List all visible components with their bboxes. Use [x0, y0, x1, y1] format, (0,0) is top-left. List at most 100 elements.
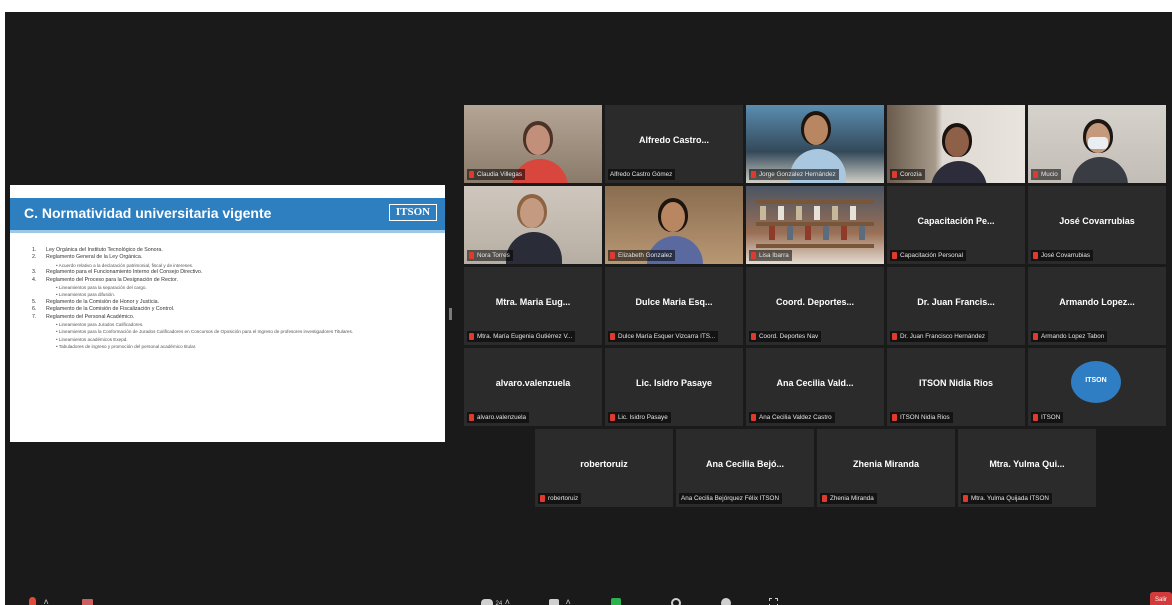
participant-tile[interactable]: Armando Lopez... Armando Lopez Tabon — [1028, 267, 1166, 345]
participant-tile[interactable]: Coord. Deportes... Coord. Deportes Nav — [746, 267, 884, 345]
bookshelf — [756, 200, 874, 204]
muted-microphone-icon — [892, 332, 897, 340]
book — [823, 226, 829, 240]
muted-microphone-icon — [892, 413, 897, 421]
muted-microphone-icon — [469, 251, 474, 259]
slide-sub-item: • Acuerdo relativo a la declaración patr… — [56, 262, 194, 268]
view-splitter-handle[interactable] — [449, 308, 452, 320]
slide-list: 1. Ley Orgánica del Instituto Tecnológico… — [32, 247, 432, 351]
participant-name: ITSON — [1041, 414, 1061, 421]
slide-title-underline — [10, 230, 445, 233]
participant-name: Lic. Isidro Pasaye — [618, 414, 668, 421]
participant-name: Dulce María Esquer Vizcarra ITS... — [618, 333, 716, 340]
participant-tile[interactable]: robertoruiz robertoruiz — [535, 429, 673, 507]
slide-list-number: 4. — [32, 276, 37, 283]
slide-list-number: 1. — [32, 247, 37, 253]
participant-name-caption: Alfredo Castro Gómez — [608, 169, 676, 180]
muted-microphone-icon — [751, 413, 756, 421]
participant-tile[interactable]: José Covarrubias José Covarrubias — [1028, 186, 1166, 264]
participant-name-caption: Lic. Isidro Pasaye — [608, 412, 671, 423]
participant-tile[interactable]: Lisa Ibarra — [746, 186, 884, 264]
participant-display-name: Ana Cecilia Bejó... — [705, 459, 785, 469]
participant-tile[interactable]: Ana Cecilia Bejó... Ana Cecilia Bejórquez… — [676, 429, 814, 507]
participant-name: Claudia Villegas — [477, 171, 523, 178]
participants-menu-caret[interactable]: ˄ — [505, 597, 510, 605]
participant-tile[interactable]: Jorge Gonzalez Hernández — [746, 105, 884, 183]
participant-name-caption: ITSON — [1031, 412, 1064, 423]
participant-tile[interactable]: Capacitación Pe... Capacitación Personal — [887, 186, 1025, 264]
participant-tile[interactable]: Alfredo Castro... Alfredo Castro Gómez — [605, 105, 743, 183]
face-mask — [1088, 137, 1108, 149]
book — [805, 226, 811, 240]
participant-name-caption: Mtra. María Eugenia Gutiérrez V... — [467, 331, 576, 342]
participant-display-name: Capacitación Pe... — [917, 216, 995, 226]
participant-display-name: Zhenia Miranda — [852, 459, 919, 469]
participant-name: Jorge Gonzalez Hernández — [759, 171, 836, 178]
participant-name-caption: Zhenia Miranda — [820, 493, 877, 504]
participant-display-name: Lic. Isidro Pasaye — [635, 378, 713, 388]
muted-microphone-icon — [469, 170, 474, 178]
participant-tile[interactable]: Dr. Juan Francis... Dr. Juan Francisco He… — [887, 267, 1025, 345]
slide-list-number: 5. — [32, 298, 37, 305]
share-screen-icon — [611, 597, 621, 605]
microphone-icon — [29, 597, 36, 605]
participant-tile[interactable]: Claudia Villegas — [464, 105, 602, 183]
participant-name: Capacitación Personal — [900, 252, 964, 259]
participant-name-caption: Corozia — [890, 169, 925, 180]
participant-tile[interactable]: Mtra. Maria Eug... Mtra. María Eugenia Gu… — [464, 267, 602, 345]
participant-name: alvaro.valenzuela — [477, 414, 527, 421]
muted-microphone-icon — [892, 251, 897, 259]
participant-name: Ana Cecilia Valdez Castro — [759, 414, 832, 421]
muted-microphone-icon — [540, 494, 545, 502]
participant-tile[interactable]: Dulce Maria Esq... Dulce María Esquer Viz… — [605, 267, 743, 345]
participant-tile[interactable]: Nora Torres — [464, 186, 602, 264]
share-screen-button[interactable] — [611, 595, 621, 605]
participant-tile[interactable]: Lic. Isidro Pasaye Lic. Isidro Pasaye — [605, 348, 743, 426]
mute-menu-caret[interactable]: ˄ — [44, 597, 49, 605]
participant-name-caption: José Covarrubias — [1031, 250, 1093, 261]
participant-name: Mtra. María Eugenia Gutiérrez V... — [477, 333, 573, 340]
participant-tile[interactable]: Corozia — [887, 105, 1025, 183]
participant-name-caption: Capacitación Personal — [890, 250, 967, 261]
record-button[interactable] — [671, 595, 681, 605]
muted-microphone-icon — [1033, 332, 1038, 340]
chat-menu-caret[interactable]: ˄ — [566, 597, 571, 605]
participant-name-caption: Armando Lopez Tabon — [1031, 331, 1108, 342]
apps-button[interactable] — [769, 595, 778, 605]
participant-name: robertoruiz — [548, 495, 579, 502]
participant-name: Mtra. Yulma Quijada ITSON — [971, 495, 1049, 502]
muted-microphone-icon — [892, 170, 897, 178]
participant-tile[interactable]: ITSON Nidia Rios ITSON Nidia Rios — [887, 348, 1025, 426]
participant-tile[interactable]: Mtra. Yulma Qui... Mtra. Yulma Quijada IT… — [958, 429, 1096, 507]
itson-profile-badge: ITSON — [1071, 361, 1121, 403]
participant-display-name: ITSON Nidia Rios — [918, 378, 993, 388]
chat-button[interactable]: ˄ — [549, 595, 571, 605]
stop-video-button[interactable] — [82, 595, 93, 605]
record-icon — [671, 597, 681, 605]
participant-tile[interactable]: Mucio — [1028, 105, 1166, 183]
shared-screen-slide: C. Normatividad universitaria vigente IT… — [10, 185, 445, 442]
slide-list-item: 7. Reglamento del Personal Académico. — [32, 314, 432, 321]
book — [841, 226, 847, 240]
participant-tile[interactable]: Ana Cecilia Vald... Ana Cecilia Valdez Ca… — [746, 348, 884, 426]
slide-list-number: 6. — [32, 306, 37, 313]
slide-list-text: Reglamento para el Funcionamiento Intern… — [46, 269, 203, 276]
leave-meeting-button[interactable]: Salir — [1150, 592, 1172, 605]
participant-name: Lisa Ibarra — [759, 252, 789, 259]
participant-tile[interactable]: Elizabeth Gonzalez — [605, 186, 743, 264]
participants-button[interactable]: 24 ˄ — [481, 595, 510, 605]
participant-name-caption: ITSON Nidia Rios — [890, 412, 953, 423]
muted-microphone-icon — [610, 413, 615, 421]
slide-list-item: 3. Reglamento para el Funcionamiento Inte… — [32, 269, 432, 276]
slide-list-number: 3. — [32, 269, 37, 276]
participant-tile[interactable]: alvaro.valenzuela alvaro.valenzuela — [464, 348, 602, 426]
muted-microphone-icon — [1033, 251, 1038, 259]
slide-sub-item: • Lineamientos académicos Exepd. — [56, 336, 128, 342]
participant-name-caption: Lisa Ibarra — [749, 250, 792, 261]
mute-button[interactable]: ˄ — [29, 595, 49, 605]
reactions-button[interactable] — [721, 595, 731, 605]
slide-list-text: Ley Orgánica del Instituto Tecnológico d… — [46, 247, 163, 253]
participant-tile[interactable]: ITSON ITSON — [1028, 348, 1166, 426]
participant-torso — [931, 161, 987, 183]
participant-tile[interactable]: Zhenia Miranda Zhenia Miranda — [817, 429, 955, 507]
